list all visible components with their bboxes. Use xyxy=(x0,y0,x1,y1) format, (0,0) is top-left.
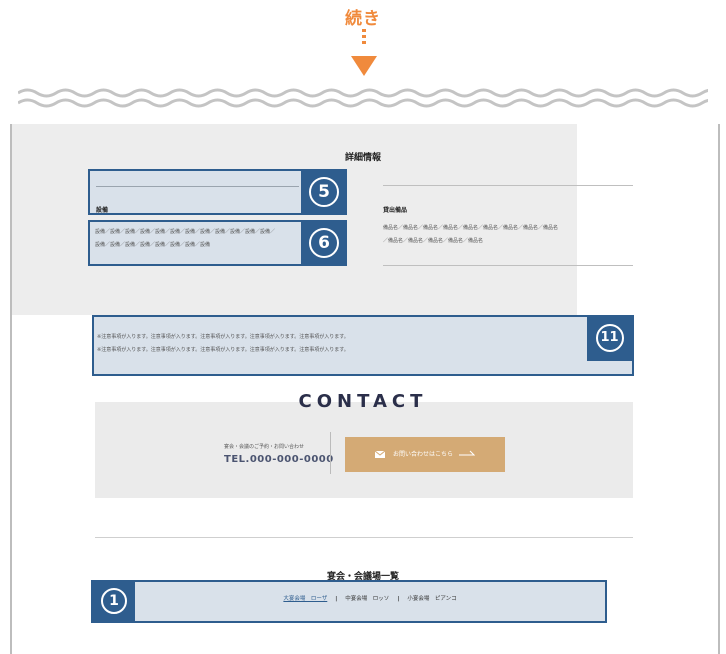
venue-link-medium[interactable]: 中宴会場 ロッソ xyxy=(345,596,389,602)
divider xyxy=(96,186,299,187)
rental-label: 貸出備品 xyxy=(383,207,408,214)
divider xyxy=(95,537,633,538)
equipment-list: 設備／設備／設備／設備／設備／設備／設備／設備／設備／設備／設備／設備／ 設備／… xyxy=(95,226,305,252)
venue-nav: 大宴会場 ローザ | 中宴会場 ロッソ | 小宴会場 ピアンコ xyxy=(135,594,605,602)
contact-button-label: お問い合わせはこちら xyxy=(392,451,453,458)
note-line: ※注意事項が入ります。注意事項が入ります。注意事項が入ります。注意事項が入ります… xyxy=(97,347,349,353)
contact-button[interactable]: お問い合わせはこちら xyxy=(345,437,505,472)
equipment-label: 設備 xyxy=(96,207,109,214)
contact-title: CONTACT xyxy=(298,391,428,412)
rental-list: 備品名／備品名／備品名／備品名／備品名／備品名／備品名／備品名／備品名 ／備品名… xyxy=(383,222,635,248)
divider xyxy=(383,265,633,266)
note-line: ※注意事項が入ります。注意事項が入ります。注意事項が入ります。注意事項が入ります… xyxy=(97,334,349,340)
dotted-arrow-icon xyxy=(359,29,369,51)
separator: | xyxy=(397,596,400,602)
arrow-right-icon xyxy=(459,437,476,472)
detail-title: 詳細情報 xyxy=(344,153,381,163)
annotation-badge-5: 5 xyxy=(301,169,347,215)
notes-list: ※注意事項が入ります。注意事項が入ります。注意事項が入ります。注意事項が入ります… xyxy=(97,331,349,357)
wave-divider-icon xyxy=(18,88,708,108)
contact-subtitle: 宴会・会議のご予約・お問い合わせ xyxy=(224,444,305,450)
divider xyxy=(383,185,633,186)
notes-highlight: ※注意事項が入ります。注意事項が入ります。注意事項が入ります。注意事項が入ります… xyxy=(92,315,634,376)
annotation-badge-11: 11 xyxy=(587,316,632,361)
continuation-label: 続き xyxy=(345,9,381,29)
rental-line: 備品名／備品名／備品名／備品名／備品名／備品名／備品名／備品名／備品名 xyxy=(383,225,559,231)
annotation-badge-6: 6 xyxy=(301,220,347,266)
arrow-down-icon xyxy=(351,56,377,76)
mail-icon xyxy=(374,451,385,458)
contact-phone[interactable]: TEL.000-000-0000 xyxy=(224,454,334,465)
equipment-line: 設備／設備／設備／設備／設備／設備／設備／設備／設備／設備／設備／設備／ xyxy=(95,229,276,235)
venue-link-large[interactable]: 大宴会場 ローザ xyxy=(283,596,327,602)
equipment-line: 設備／設備／設備／設備／設備／設備／設備／設備 xyxy=(95,242,211,248)
divider xyxy=(330,432,331,474)
rental-line: ／備品名／備品名／備品名／備品名／備品名 xyxy=(383,238,484,244)
venue-link-small[interactable]: 小宴会場 ピアンコ xyxy=(407,596,456,602)
separator: | xyxy=(335,596,338,602)
annotation-badge-1: 1 xyxy=(93,582,135,621)
